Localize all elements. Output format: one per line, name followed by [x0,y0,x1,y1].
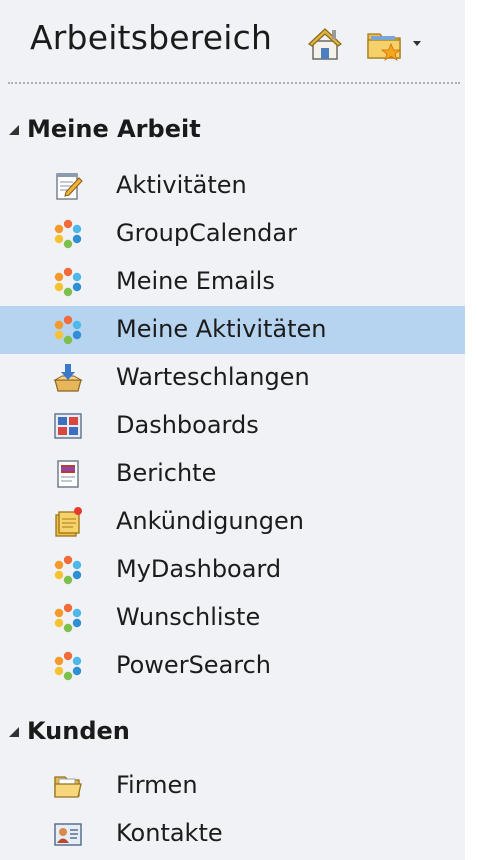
nav-item-kontakte[interactable]: Kontakte [0,810,465,858]
notepad-pencil-icon [52,170,84,202]
nav-item-berichte[interactable]: Berichte [0,450,465,498]
announcement-note-icon [52,506,84,538]
nav-item-powersearch[interactable]: PowerSearch [0,642,465,690]
nav-item-mydashboard[interactable]: MyDashboard [0,546,465,594]
workspace-header: Arbeitsbereich [0,0,465,82]
nav-item-aktivitaeten[interactable]: Aktivitäten [0,162,465,210]
nav-item-warteschlangen[interactable]: Warteschlangen [0,354,465,402]
nav-item-label: PowerSearch [116,651,272,679]
home-icon [308,28,342,60]
nav-item-label: Meine Aktivitäten [116,315,327,343]
workspace-panel: Arbeitsbereich Meine Arbeit Aktivitäten … [0,0,465,860]
nav-item-wunschliste[interactable]: Wunschliste [0,594,465,642]
nav-item-meine-aktivitaeten[interactable]: Meine Aktivitäten [0,306,465,354]
open-folder-icon [52,770,84,802]
favorites-folder-icon [367,33,402,61]
contact-card-icon [52,818,84,850]
inbox-tray-icon [52,362,84,394]
colored-dots-icon [52,266,84,298]
nav-item-label: Meine Emails [116,267,275,295]
chevron-down-icon [413,41,421,46]
colored-dots-icon [52,602,84,634]
collapse-arrow-icon [9,727,19,737]
group-header-meine-arbeit[interactable]: Meine Arbeit [0,110,465,150]
nav-item-label: Dashboards [116,411,259,439]
collapse-arrow-icon [9,125,19,135]
nav-item-label: GroupCalendar [116,219,297,247]
nav-item-label: Aktivitäten [116,171,247,199]
dashboard-grid-icon [52,410,84,442]
colored-dots-icon [52,650,84,682]
colored-dots-icon [52,314,84,346]
workspace-title: Arbeitsbereich [30,18,273,57]
nav-item-meine-emails[interactable]: Meine Emails [0,258,465,306]
colored-dots-icon [52,554,84,586]
nav-item-label: Firmen [116,771,198,799]
favorites-menu-button[interactable] [362,24,426,64]
header-divider [8,82,460,84]
colored-dots-icon [52,218,84,250]
nav-item-dashboards[interactable]: Dashboards [0,402,465,450]
report-document-icon [52,458,84,490]
panel-edge [465,0,477,860]
nav-item-label: MyDashboard [116,555,282,583]
group-header-kunden[interactable]: Kunden [0,712,465,752]
nav-item-label: Ankündigungen [116,507,304,535]
nav-item-label: Wunschliste [116,603,261,631]
nav-item-label: Warteschlangen [116,363,310,391]
home-button[interactable] [305,23,345,63]
nav-item-label: Kontakte [116,819,223,847]
nav-item-groupcalendar[interactable]: GroupCalendar [0,210,465,258]
nav-item-firmen[interactable]: Firmen [0,762,465,810]
group-label: Meine Arbeit [27,115,201,143]
nav-item-ankuendigungen[interactable]: Ankündigungen [0,498,465,546]
nav-item-label: Berichte [116,459,217,487]
group-label: Kunden [27,717,130,745]
